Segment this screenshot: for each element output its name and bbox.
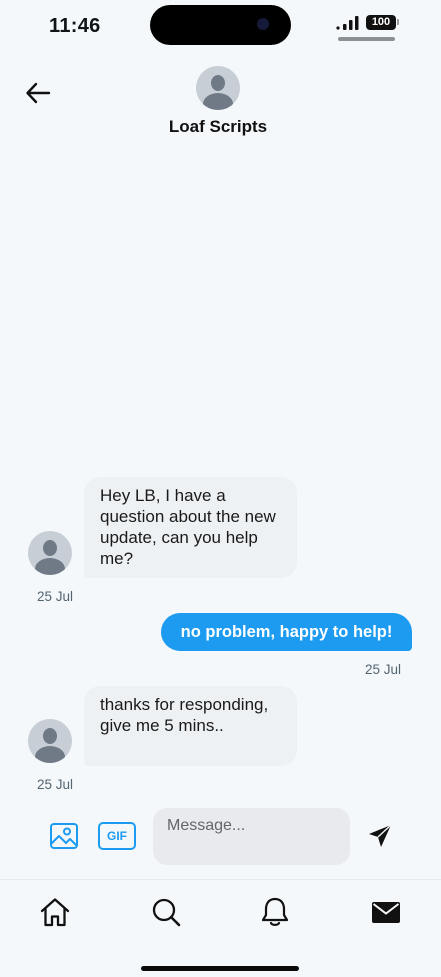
tabbar-divider bbox=[0, 879, 441, 880]
search-icon[interactable] bbox=[150, 896, 182, 928]
status-time: 11:46 bbox=[49, 15, 101, 37]
sender-avatar[interactable] bbox=[28, 531, 72, 575]
default-avatar-body bbox=[203, 93, 233, 110]
status-indicator-bar bbox=[338, 37, 395, 41]
default-avatar-icon bbox=[43, 540, 57, 556]
dynamic-island bbox=[150, 5, 291, 45]
default-avatar-body bbox=[35, 746, 65, 763]
default-avatar-icon bbox=[211, 75, 225, 91]
send-icon[interactable] bbox=[367, 823, 393, 849]
default-avatar-body bbox=[35, 558, 65, 575]
status-bar: 11:46 100 bbox=[0, 0, 441, 54]
message-bubble-incoming[interactable]: Hey LB, I have a question about the new … bbox=[84, 477, 297, 578]
mail-icon[interactable] bbox=[370, 896, 402, 928]
camera-icon bbox=[257, 18, 269, 30]
image-icon[interactable] bbox=[49, 822, 79, 850]
bell-icon[interactable] bbox=[259, 896, 291, 928]
battery-icon: 100 bbox=[366, 15, 396, 30]
gif-button[interactable]: GIF bbox=[98, 822, 136, 850]
message-bubble-outgoing[interactable]: no problem, happy to help! bbox=[161, 613, 412, 651]
contact-name[interactable]: Loaf Scripts bbox=[0, 117, 436, 137]
message-timestamp: 25 Jul bbox=[365, 662, 402, 677]
battery-tip bbox=[397, 19, 399, 25]
message-timestamp: 25 Jul bbox=[37, 589, 74, 604]
message-timestamp: 25 Jul bbox=[37, 777, 74, 792]
contact-avatar[interactable] bbox=[196, 66, 240, 110]
default-avatar-icon bbox=[43, 728, 57, 744]
message-input[interactable] bbox=[153, 808, 350, 865]
sender-avatar[interactable] bbox=[28, 719, 72, 763]
home-indicator bbox=[141, 966, 299, 971]
home-icon[interactable] bbox=[39, 896, 71, 928]
arrow-left-icon[interactable] bbox=[24, 79, 52, 107]
signal-icon bbox=[336, 16, 359, 30]
message-bubble-incoming[interactable]: thanks for responding, give me 5 mins.. bbox=[84, 686, 297, 766]
